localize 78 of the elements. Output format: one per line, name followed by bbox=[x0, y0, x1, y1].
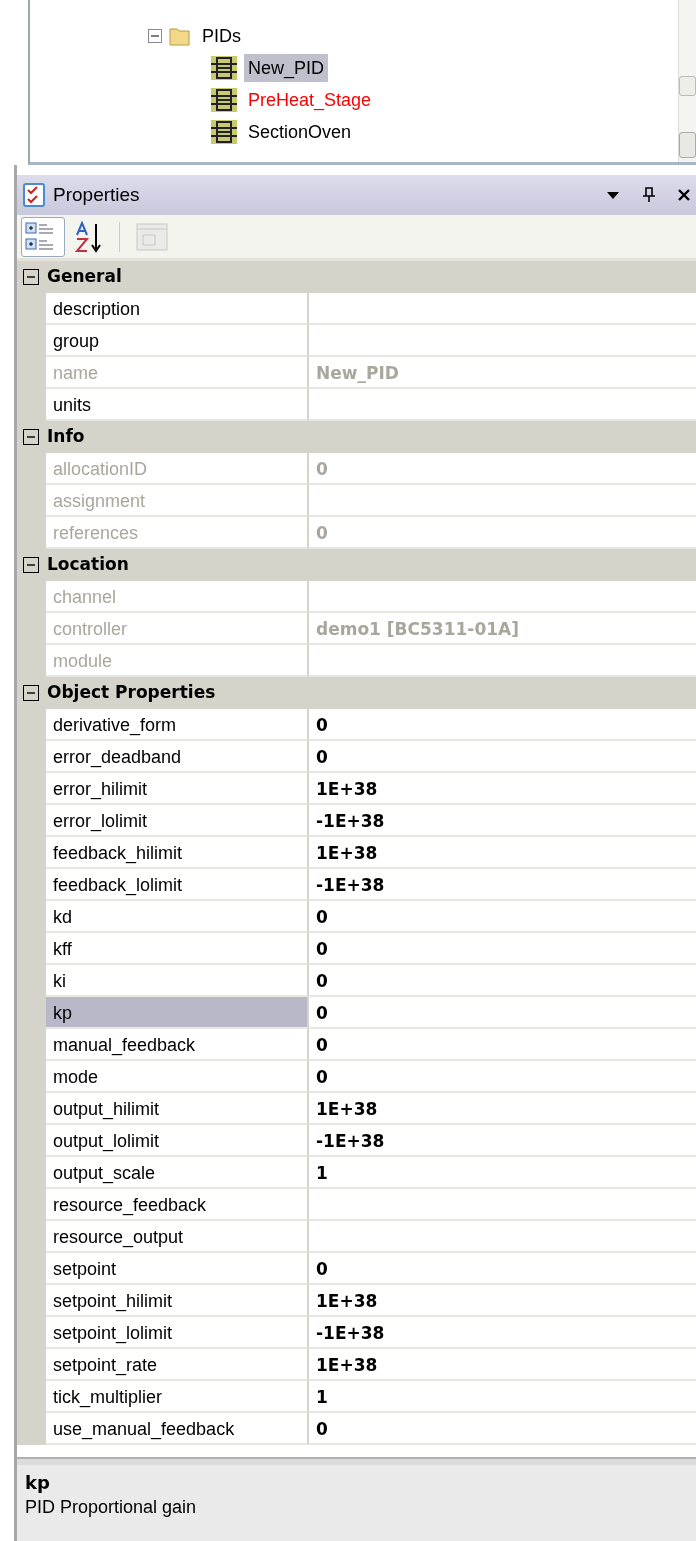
property-name[interactable]: setpoint_hilimit bbox=[46, 1285, 309, 1317]
property-name[interactable]: ki bbox=[46, 965, 309, 997]
property-value[interactable]: 0 bbox=[309, 1253, 696, 1285]
property-name[interactable]: output_scale bbox=[46, 1157, 309, 1189]
property-name[interactable]: setpoint_rate bbox=[46, 1349, 309, 1381]
property-name[interactable]: error_hilimit bbox=[46, 773, 309, 805]
tree-item[interactable]: New_PID bbox=[244, 54, 329, 82]
property-value[interactable]: 0 bbox=[309, 933, 696, 965]
property-value[interactable]: 0 bbox=[309, 741, 696, 773]
categorized-view-icon[interactable] bbox=[21, 216, 65, 257]
property-value[interactable]: -1E+38 bbox=[309, 805, 696, 837]
property-value[interactable]: 1E+38 bbox=[309, 837, 696, 869]
property-value: 0 bbox=[309, 517, 696, 549]
tree-item[interactable]: SectionOven bbox=[244, 118, 356, 146]
property-name[interactable]: feedback_lolimit bbox=[46, 869, 309, 901]
property-value[interactable]: -1E+38 bbox=[309, 1317, 696, 1349]
property-name[interactable]: resource_feedback bbox=[46, 1189, 309, 1221]
pin-icon[interactable] bbox=[642, 187, 656, 203]
description-text: PID Proportional gain bbox=[25, 1496, 198, 1519]
collapse-toggle-icon[interactable] bbox=[23, 685, 39, 701]
property-value[interactable]: 0 bbox=[309, 965, 696, 997]
property-name[interactable]: use_manual_feedback bbox=[46, 1413, 309, 1445]
close-icon[interactable] bbox=[678, 188, 690, 202]
category-label: Info bbox=[47, 425, 85, 449]
property-name[interactable]: group bbox=[46, 325, 309, 357]
property-name[interactable]: units bbox=[46, 389, 309, 421]
block-icon bbox=[210, 119, 238, 145]
property-name[interactable]: derivative_form bbox=[46, 709, 309, 741]
property-value[interactable]: 0 bbox=[309, 1413, 696, 1445]
property-name[interactable]: resource_output bbox=[46, 1221, 309, 1253]
property-value[interactable]: 1E+38 bbox=[309, 1349, 696, 1381]
property-name[interactable]: output_lolimit bbox=[46, 1125, 309, 1157]
dropdown-icon[interactable] bbox=[606, 190, 620, 200]
property-name[interactable]: kff bbox=[46, 933, 309, 965]
tree-item[interactable]: PIDs bbox=[198, 22, 245, 50]
tree-item[interactable]: PreHeat_Stage bbox=[244, 86, 376, 114]
property-value[interactable]: 0 bbox=[309, 997, 696, 1029]
property-name[interactable]: feedback_hilimit bbox=[46, 837, 309, 869]
property-value[interactable]: -1E+38 bbox=[309, 869, 696, 901]
property-value[interactable]: 1E+38 bbox=[309, 773, 696, 805]
collapse-toggle-icon[interactable] bbox=[23, 557, 39, 573]
property-value[interactable]: 0 bbox=[309, 901, 696, 933]
property-name[interactable]: error_lolimit bbox=[46, 805, 309, 837]
category-label: Location bbox=[47, 553, 129, 577]
scrollbar-thumb[interactable] bbox=[679, 76, 696, 96]
property-value[interactable]: 0 bbox=[309, 709, 696, 741]
collapse-toggle-icon[interactable] bbox=[148, 29, 162, 43]
property-name[interactable]: kp bbox=[46, 997, 309, 1029]
property-name[interactable]: description bbox=[46, 293, 309, 325]
property-name[interactable]: kd bbox=[46, 901, 309, 933]
property-name[interactable]: manual_feedback bbox=[46, 1029, 309, 1061]
description-title: kp bbox=[25, 1471, 51, 1495]
property-value[interactable]: 1E+38 bbox=[309, 1093, 696, 1125]
property-name[interactable]: setpoint_lolimit bbox=[46, 1317, 309, 1349]
block-icon bbox=[210, 55, 238, 81]
property-name[interactable]: output_hilimit bbox=[46, 1093, 309, 1125]
property-value[interactable]: -1E+38 bbox=[309, 1125, 696, 1157]
property-name[interactable]: error_deadband bbox=[46, 741, 309, 773]
property-value[interactable]: 0 bbox=[309, 1029, 696, 1061]
collapse-toggle-icon[interactable] bbox=[23, 429, 39, 445]
scroll-down-button[interactable] bbox=[679, 132, 696, 158]
property-value[interactable]: 1 bbox=[309, 1381, 696, 1413]
property-value[interactable]: 1E+38 bbox=[309, 1285, 696, 1317]
property-name[interactable]: tick_multiplier bbox=[46, 1381, 309, 1413]
category-label: General bbox=[47, 265, 122, 289]
panel-title: Properties bbox=[53, 182, 141, 207]
block-icon bbox=[210, 87, 238, 113]
property-value: New_PID bbox=[309, 357, 696, 389]
property-value[interactable]: 0 bbox=[309, 1061, 696, 1093]
property-value[interactable]: 1 bbox=[309, 1157, 696, 1189]
category-label: Object Properties bbox=[47, 681, 216, 705]
property-name[interactable]: mode bbox=[46, 1061, 309, 1093]
splitter-bar[interactable] bbox=[17, 1457, 696, 1465]
checklist-icon bbox=[23, 183, 45, 207]
property-value: demo1 [BC5311-01A] bbox=[309, 613, 696, 645]
property-value: 0 bbox=[309, 453, 696, 485]
collapse-toggle-icon[interactable] bbox=[23, 269, 39, 285]
property-name[interactable]: setpoint bbox=[46, 1253, 309, 1285]
